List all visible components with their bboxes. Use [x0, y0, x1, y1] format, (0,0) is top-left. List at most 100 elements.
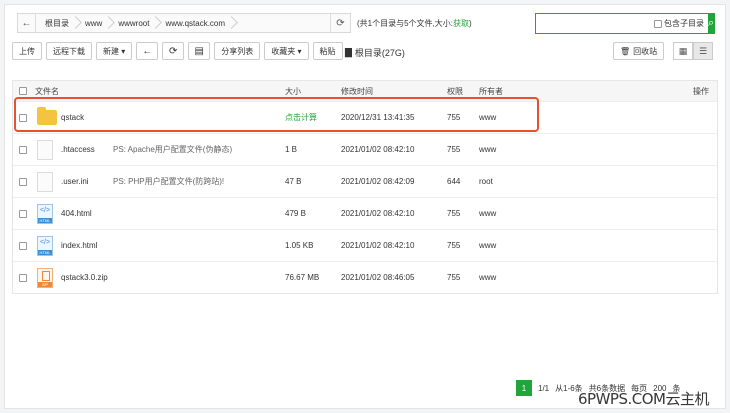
- table-header: 文件名 大小 修改时间 权限 所有者 操作: [13, 81, 717, 101]
- row-checkbox[interactable]: [19, 273, 27, 282]
- arrow-left-icon: ←: [142, 45, 153, 57]
- row-checkbox[interactable]: [19, 209, 27, 218]
- file-mtime: 2021/01/02 08:42:09: [341, 177, 415, 186]
- page-current[interactable]: 1: [516, 380, 532, 396]
- refresh-icon: ⟳: [336, 17, 345, 29]
- row-checkbox[interactable]: [19, 145, 27, 154]
- table-row[interactable]: ZIP qstack3.0.zip 76.67 MB 2021/01/02 08…: [13, 261, 717, 293]
- refresh-icon: ⟳: [169, 45, 178, 57]
- crumb-wwwroot[interactable]: wwwroot: [109, 14, 157, 32]
- header-perm[interactable]: 权限: [447, 86, 463, 97]
- file-perm[interactable]: 755: [447, 209, 460, 218]
- file-size: 479 B: [285, 209, 306, 218]
- file-mtime: 2020/12/31 13:41:35: [341, 113, 415, 122]
- file-size: 1.05 KB: [285, 241, 314, 250]
- refresh-button[interactable]: ⟳: [162, 42, 185, 60]
- html-file-icon: </> HTML: [37, 235, 53, 256]
- go-back-button[interactable]: ←: [136, 42, 159, 60]
- table-row[interactable]: </> HTML index.html 1.05 KB 2021/01/02 08…: [13, 229, 717, 261]
- path-refresh-button[interactable]: ⟳: [330, 14, 350, 32]
- back-button[interactable]: ←: [18, 14, 36, 32]
- search-button[interactable]: ⌕: [708, 14, 715, 33]
- file-perm[interactable]: 755: [447, 113, 460, 122]
- file-size: 47 B: [285, 177, 302, 186]
- summary-text: (共1个目录与5个文件,大小:: [357, 19, 454, 28]
- select-all-checkbox[interactable]: [19, 87, 27, 95]
- file-owner[interactable]: www: [479, 209, 496, 218]
- search-box: 包含子目录 ⌕: [535, 13, 715, 34]
- include-subdir-toggle[interactable]: 包含子目录: [654, 14, 708, 33]
- disk-root-label[interactable]: ▇ 根目录(27G): [345, 46, 405, 59]
- search-icon: ⌕: [708, 17, 715, 29]
- table-row[interactable]: qstack 点击计算 2020/12/31 13:41:35 755 www: [13, 101, 717, 133]
- list-view-button[interactable]: ☰: [693, 42, 713, 60]
- file-desc: PS: Apache用户配置文件(伪静态): [113, 145, 233, 154]
- file-owner[interactable]: www: [479, 113, 496, 122]
- html-file-icon: </> HTML: [37, 203, 53, 224]
- new-dropdown-button[interactable]: 新建 ▾: [96, 42, 133, 60]
- table-row[interactable]: .htaccess PS: Apache用户配置文件(伪静态) 1 B 2021…: [13, 133, 717, 165]
- disk-icon: ▇: [345, 47, 352, 57]
- remote-download-button[interactable]: 远程下载: [46, 42, 92, 60]
- paste-button[interactable]: 粘贴: [312, 42, 343, 60]
- list-icon: ☰: [698, 45, 708, 56]
- caret-down-icon: ▾: [297, 46, 302, 56]
- file-owner[interactable]: www: [479, 241, 496, 250]
- file-mtime: 2021/01/02 08:42:10: [341, 209, 415, 218]
- file-name[interactable]: qstack3.0.zip: [61, 273, 108, 282]
- search-input[interactable]: [536, 14, 654, 33]
- file-table: 文件名 大小 修改时间 权限 所有者 操作 qstack 点击计算 2020/1…: [12, 80, 718, 294]
- zip-file-icon: ZIP: [37, 267, 53, 288]
- file-mtime: 2021/01/02 08:42:10: [341, 145, 415, 154]
- recycle-label: 回收站: [633, 46, 658, 56]
- row-checkbox[interactable]: [19, 113, 27, 122]
- file-size: 1 B: [285, 145, 298, 154]
- caret-down-icon: ▾: [121, 46, 126, 56]
- file-name[interactable]: .htaccess: [61, 145, 95, 154]
- root-label-text: 根目录(27G): [354, 48, 405, 58]
- row-checkbox[interactable]: [19, 241, 27, 250]
- file-mtime: 2021/01/02 08:46:05: [341, 273, 415, 282]
- row-checkbox[interactable]: [19, 177, 27, 186]
- terminal-button[interactable]: ▤: [188, 42, 211, 60]
- grid-view-button[interactable]: ▦: [673, 42, 693, 60]
- crumb-root[interactable]: 根目录: [36, 14, 76, 32]
- new-label: 新建: [103, 46, 119, 56]
- file-owner[interactable]: root: [479, 177, 493, 186]
- file-desc: PS: PHP用户配置文件(防跨站)!: [113, 177, 225, 186]
- terminal-icon: ▤: [194, 45, 204, 57]
- file-icon: [37, 139, 53, 160]
- fetch-size-link[interactable]: 获取: [453, 19, 469, 28]
- recycle-bin-button[interactable]: 🗑 回收站: [613, 42, 665, 60]
- header-mtime[interactable]: 修改时间: [341, 86, 373, 97]
- header-name[interactable]: 文件名: [35, 86, 59, 97]
- header-ops: 操作: [693, 86, 709, 96]
- summary-end: ): [469, 19, 472, 28]
- arrow-left-icon: ←: [21, 17, 32, 29]
- header-size[interactable]: 大小: [285, 86, 301, 97]
- file-owner[interactable]: www: [479, 145, 496, 154]
- file-name[interactable]: index.html: [61, 241, 97, 250]
- path-bar: ← 根目录 www wwwroot www.qstack.com ⟳: [17, 13, 351, 33]
- table-row[interactable]: </> HTML 404.html 479 B 2021/01/02 08:42:…: [13, 197, 717, 229]
- favorites-dropdown-button[interactable]: 收藏夹 ▾: [264, 42, 309, 60]
- file-perm[interactable]: 755: [447, 241, 460, 250]
- file-perm[interactable]: 755: [447, 273, 460, 282]
- file-perm[interactable]: 644: [447, 177, 460, 186]
- folder-icon: [37, 107, 57, 125]
- file-mtime: 2021/01/02 08:42:10: [341, 241, 415, 250]
- table-row[interactable]: .user.ini PS: PHP用户配置文件(防跨站)! 47 B 2021/…: [13, 165, 717, 197]
- share-list-button[interactable]: 分享列表: [214, 42, 261, 60]
- file-name[interactable]: qstack: [61, 113, 84, 122]
- file-perm[interactable]: 755: [447, 145, 460, 154]
- upload-button[interactable]: 上传: [12, 42, 42, 60]
- file-owner[interactable]: www: [479, 273, 496, 282]
- file-name[interactable]: 404.html: [61, 209, 92, 218]
- include-subdir-checkbox[interactable]: [654, 19, 662, 28]
- trash-icon: 🗑: [620, 46, 631, 56]
- header-owner[interactable]: 所有者: [479, 86, 503, 97]
- crumb-site[interactable]: www.qstack.com: [156, 14, 233, 32]
- file-name[interactable]: .user.ini: [61, 177, 89, 186]
- include-subdir-label: 包含子目录: [664, 19, 704, 28]
- calc-size-link[interactable]: 点击计算: [285, 112, 317, 123]
